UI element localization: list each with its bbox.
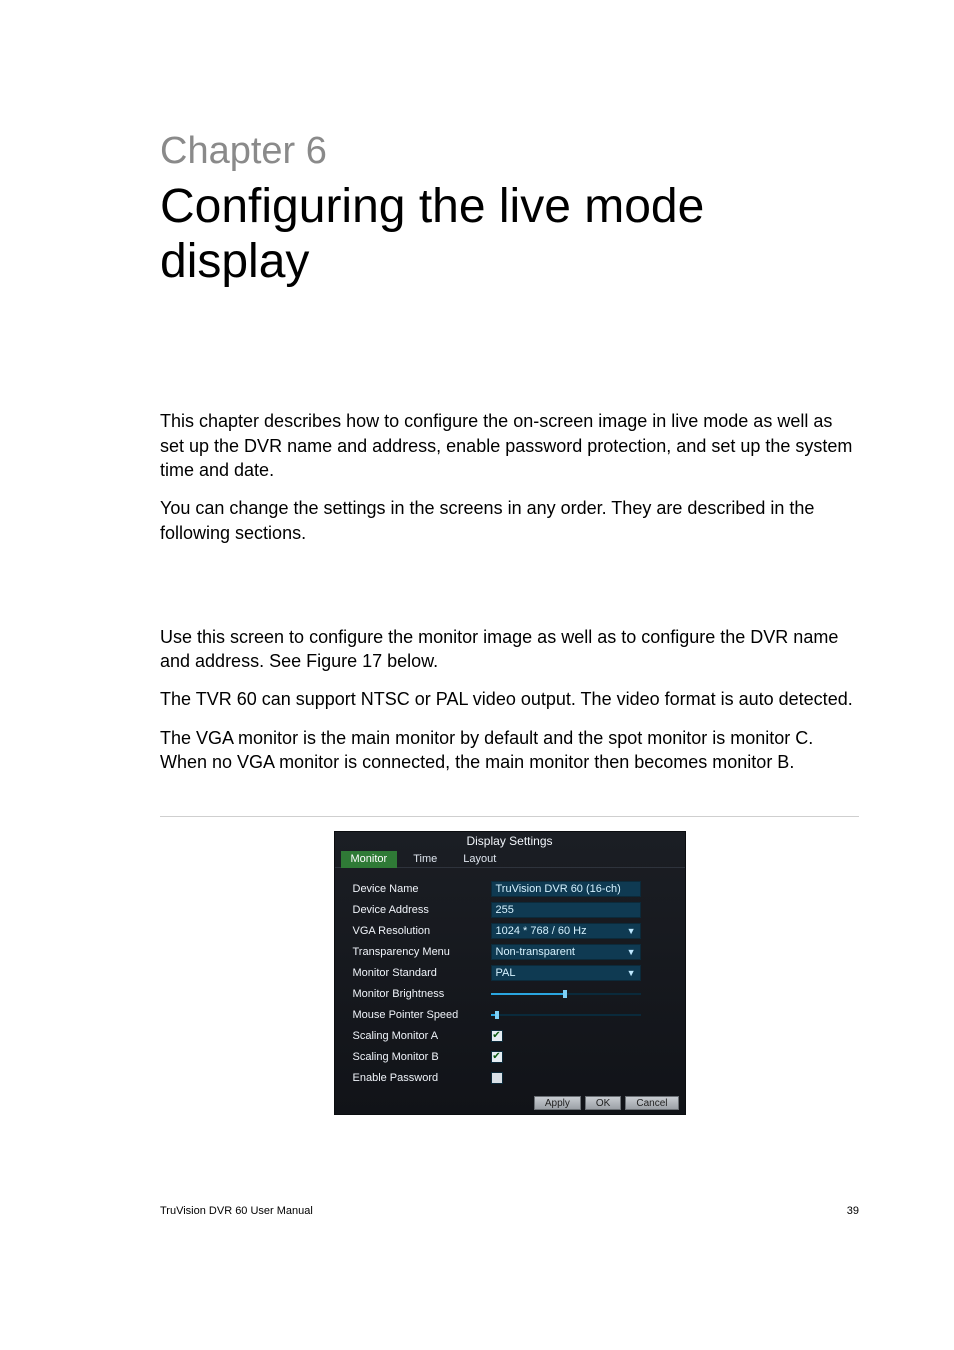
apply-button[interactable]: Apply xyxy=(534,1096,581,1110)
slider-monitor-brightness[interactable] xyxy=(491,986,641,1002)
figure-divider xyxy=(160,816,859,817)
label-monitor-brightness: Monitor Brightness xyxy=(353,988,491,1000)
row-device-name: Device Name TruVision DVR 60 (16-ch) xyxy=(353,878,673,899)
select-monitor-standard[interactable]: PAL ▼ xyxy=(491,965,641,981)
input-device-address[interactable]: 255 xyxy=(491,902,641,918)
cancel-button[interactable]: Cancel xyxy=(625,1096,678,1110)
label-transparency: Transparency Menu xyxy=(353,946,491,958)
label-scaling-b: Scaling Monitor B xyxy=(353,1051,491,1063)
row-vga-resolution: VGA Resolution 1024 * 768 / 60 Hz ▼ xyxy=(353,920,673,941)
label-vga-resolution: VGA Resolution xyxy=(353,925,491,937)
label-scaling-a: Scaling Monitor A xyxy=(353,1030,491,1042)
chapter-label: Chapter 6 xyxy=(160,130,859,173)
input-device-name[interactable]: TruVision DVR 60 (16-ch) xyxy=(491,881,641,897)
chevron-down-icon: ▼ xyxy=(627,968,636,978)
slider-mouse-speed[interactable] xyxy=(491,1007,641,1023)
row-device-address: Device Address 255 xyxy=(353,899,673,920)
section-paragraph-1: Use this screen to configure the monitor… xyxy=(160,625,859,674)
intro-paragraph-1: This chapter describes how to configure … xyxy=(160,409,859,482)
footer-left: TruVision DVR 60 User Manual xyxy=(160,1205,313,1217)
screenshot-figure: Display Settings Monitor Time Layout Dev… xyxy=(160,831,859,1115)
row-mouse-pointer-speed: Mouse Pointer Speed xyxy=(353,1004,673,1025)
row-transparency: Transparency Menu Non-transparent ▼ xyxy=(353,941,673,962)
section-paragraph-2: The TVR 60 can support NTSC or PAL video… xyxy=(160,687,859,711)
row-monitor-standard: Monitor Standard PAL ▼ xyxy=(353,962,673,983)
tab-monitor[interactable]: Monitor xyxy=(341,851,398,868)
chevron-down-icon: ▼ xyxy=(627,947,636,957)
select-transparency-value: Non-transparent xyxy=(496,946,576,958)
row-monitor-brightness: Monitor Brightness xyxy=(353,983,673,1004)
row-scaling-a: Scaling Monitor A ✔ xyxy=(353,1025,673,1046)
checkbox-scaling-a[interactable]: ✔ xyxy=(491,1030,503,1042)
select-vga-resolution[interactable]: 1024 * 768 / 60 Hz ▼ xyxy=(491,923,641,939)
dialog-body: Device Name TruVision DVR 60 (16-ch) Dev… xyxy=(335,868,685,1092)
select-monitor-standard-value: PAL xyxy=(496,967,516,979)
section-paragraph-3: The VGA monitor is the main monitor by d… xyxy=(160,726,859,775)
label-monitor-standard: Monitor Standard xyxy=(353,967,491,979)
row-scaling-b: Scaling Monitor B ✔ xyxy=(353,1046,673,1067)
dialog-buttons: Apply OK Cancel xyxy=(335,1092,685,1110)
dialog-title: Display Settings xyxy=(335,832,685,850)
dialog-tabs: Monitor Time Layout xyxy=(335,850,685,868)
page-footer: TruVision DVR 60 User Manual 39 xyxy=(0,1155,954,1217)
tab-time[interactable]: Time xyxy=(403,851,447,868)
tab-layout[interactable]: Layout xyxy=(453,851,506,868)
label-enable-password: Enable Password xyxy=(353,1072,491,1084)
ok-button[interactable]: OK xyxy=(585,1096,621,1110)
intro-paragraph-2: You can change the settings in the scree… xyxy=(160,496,859,545)
label-mouse-speed: Mouse Pointer Speed xyxy=(353,1009,491,1021)
checkbox-scaling-b[interactable]: ✔ xyxy=(491,1051,503,1063)
chapter-title: Configuring the live mode display xyxy=(160,179,859,289)
checkbox-enable-password[interactable] xyxy=(491,1072,503,1084)
row-enable-password: Enable Password xyxy=(353,1067,673,1088)
label-device-name: Device Name xyxy=(353,883,491,895)
display-settings-dialog: Display Settings Monitor Time Layout Dev… xyxy=(334,831,686,1115)
footer-page-number: 39 xyxy=(847,1205,859,1217)
select-vga-resolution-value: 1024 * 768 / 60 Hz xyxy=(496,925,587,937)
chevron-down-icon: ▼ xyxy=(627,926,636,936)
select-transparency[interactable]: Non-transparent ▼ xyxy=(491,944,641,960)
label-device-address: Device Address xyxy=(353,904,491,916)
